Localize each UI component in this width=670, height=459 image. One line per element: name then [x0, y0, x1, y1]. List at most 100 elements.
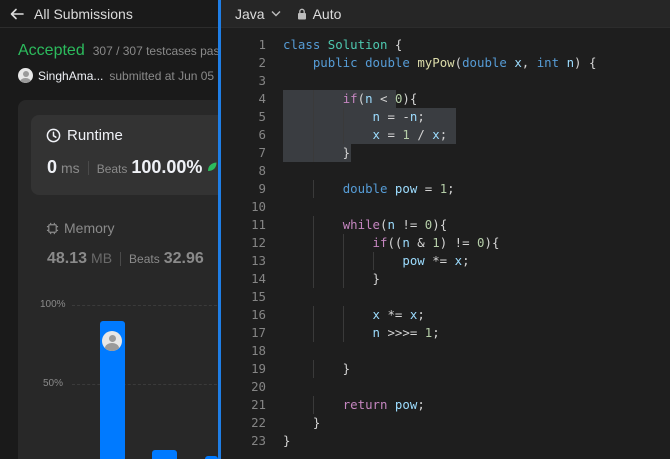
code-line[interactable]: 14 }: [221, 270, 670, 288]
back-arrow-icon[interactable]: [10, 7, 24, 21]
auto-mode-toggle[interactable]: Auto: [297, 6, 341, 22]
code-line[interactable]: 23}: [221, 432, 670, 450]
code-line[interactable]: 16 x *= x;: [221, 306, 670, 324]
runtime-beats-value: 100.00%: [131, 157, 203, 177]
memory-beats-label: Beats: [129, 252, 160, 266]
code-token: n: [372, 109, 380, 124]
code-token: double: [342, 181, 388, 196]
code-line[interactable]: 19 }: [221, 360, 670, 378]
line-number: 15: [251, 289, 266, 304]
runtime-unit: ms: [61, 160, 80, 176]
code-line[interactable]: 4 if(n < 0){: [221, 90, 670, 108]
code-line[interactable]: 17 n >>>= 1;: [221, 324, 670, 342]
code-line[interactable]: 20: [221, 378, 670, 396]
all-submissions-link[interactable]: All Submissions: [34, 6, 133, 22]
code-token: ;: [432, 325, 440, 340]
code-token: ;: [417, 109, 425, 124]
code-text: }: [283, 432, 290, 450]
code-token: }: [283, 271, 380, 286]
memory-label: Memory: [64, 220, 115, 236]
code-line[interactable]: 8: [221, 162, 670, 180]
code-line[interactable]: 15: [221, 288, 670, 306]
code-token: x: [432, 127, 440, 142]
code-token: }: [283, 145, 351, 160]
code-token: double: [365, 55, 410, 70]
code-token: *=: [380, 307, 410, 322]
line-number: 21: [251, 397, 266, 412]
code-line[interactable]: 11 while(n != 0){: [221, 216, 670, 234]
code-token: ){: [484, 235, 500, 250]
code-token: (: [357, 91, 366, 106]
line-number: 23: [251, 433, 266, 448]
language-label: Java: [235, 5, 265, 22]
code-line[interactable]: 7 }: [221, 144, 670, 162]
line-number: 3: [258, 73, 266, 88]
code-line[interactable]: 12 if((n & 1) != 0){: [221, 234, 670, 252]
code-line[interactable]: 22 }: [221, 414, 670, 432]
line-number: 2: [258, 55, 266, 70]
code-text: }: [283, 360, 350, 378]
code-line[interactable]: 21 return pow;: [221, 396, 670, 414]
divider: [87, 160, 89, 175]
code-line[interactable]: 6 x = 1 / x;: [221, 126, 670, 144]
chart-bar-2[interactable]: [152, 450, 177, 459]
code-token: ;: [417, 397, 425, 412]
line-number: 13: [251, 253, 266, 268]
memory-title[interactable]: Memory: [46, 220, 115, 236]
submitter-line: SinghAma... submitted at Jun 05: [18, 68, 214, 83]
code-token: &: [409, 235, 433, 250]
runtime-label: Runtime: [67, 127, 123, 144]
code-line[interactable]: 18: [221, 342, 670, 360]
code-token: public: [312, 55, 358, 70]
line-number: 11: [251, 217, 266, 232]
code-token: n: [372, 325, 380, 340]
lock-icon: [297, 8, 306, 19]
code-token: 1: [432, 235, 440, 250]
line-number: 9: [258, 181, 266, 196]
code-line[interactable]: 13 pow *= x;: [221, 252, 670, 270]
runtime-values: 0 ms Beats 100.00%: [47, 157, 218, 178]
line-number: 5: [258, 109, 266, 124]
code-line[interactable]: 2 public double myPow(double x, int n) {: [221, 54, 670, 72]
code-line[interactable]: 5 n = -n;: [221, 108, 670, 126]
avatar[interactable]: [18, 68, 33, 83]
code-token: x: [372, 307, 380, 322]
code-token: <: [372, 91, 395, 106]
code-token: }: [283, 361, 351, 376]
code-token: =: [417, 181, 440, 196]
y-tick-50: 50%: [43, 378, 64, 389]
code-token: *=: [424, 253, 455, 268]
code-token: n: [402, 235, 410, 250]
code-token: }: [283, 433, 291, 448]
code-token: ;: [447, 181, 455, 196]
code-editor-panel: Java Auto 1 class Solution {2 public doub…: [221, 0, 670, 459]
code-token: ,: [521, 55, 537, 70]
code-token: x: [454, 253, 463, 268]
code-text: n = -n;: [283, 108, 425, 126]
code-token: ){: [432, 217, 448, 232]
code-text: if((n & 1) != 0){: [283, 234, 500, 252]
code-text: x = 1 / x;: [283, 126, 448, 144]
editor-toolbar: Java Auto: [221, 0, 670, 28]
code-token: 1: [402, 127, 410, 142]
grid-line-50: [72, 384, 218, 385]
code-line[interactable]: 9 double pow = 1;: [221, 180, 670, 198]
code-text: }: [283, 270, 380, 288]
code-line[interactable]: 1 class Solution {: [221, 36, 670, 54]
code-line[interactable]: 10: [221, 198, 670, 216]
username[interactable]: SinghAma...: [38, 69, 103, 83]
code-text: }: [283, 414, 320, 432]
code-area[interactable]: 1 class Solution {2 public double myPow(d…: [221, 36, 670, 450]
language-selector[interactable]: Java: [235, 6, 281, 22]
code-token: if: [372, 235, 388, 250]
code-line[interactable]: 3: [221, 72, 670, 90]
line-number: 20: [251, 379, 266, 394]
